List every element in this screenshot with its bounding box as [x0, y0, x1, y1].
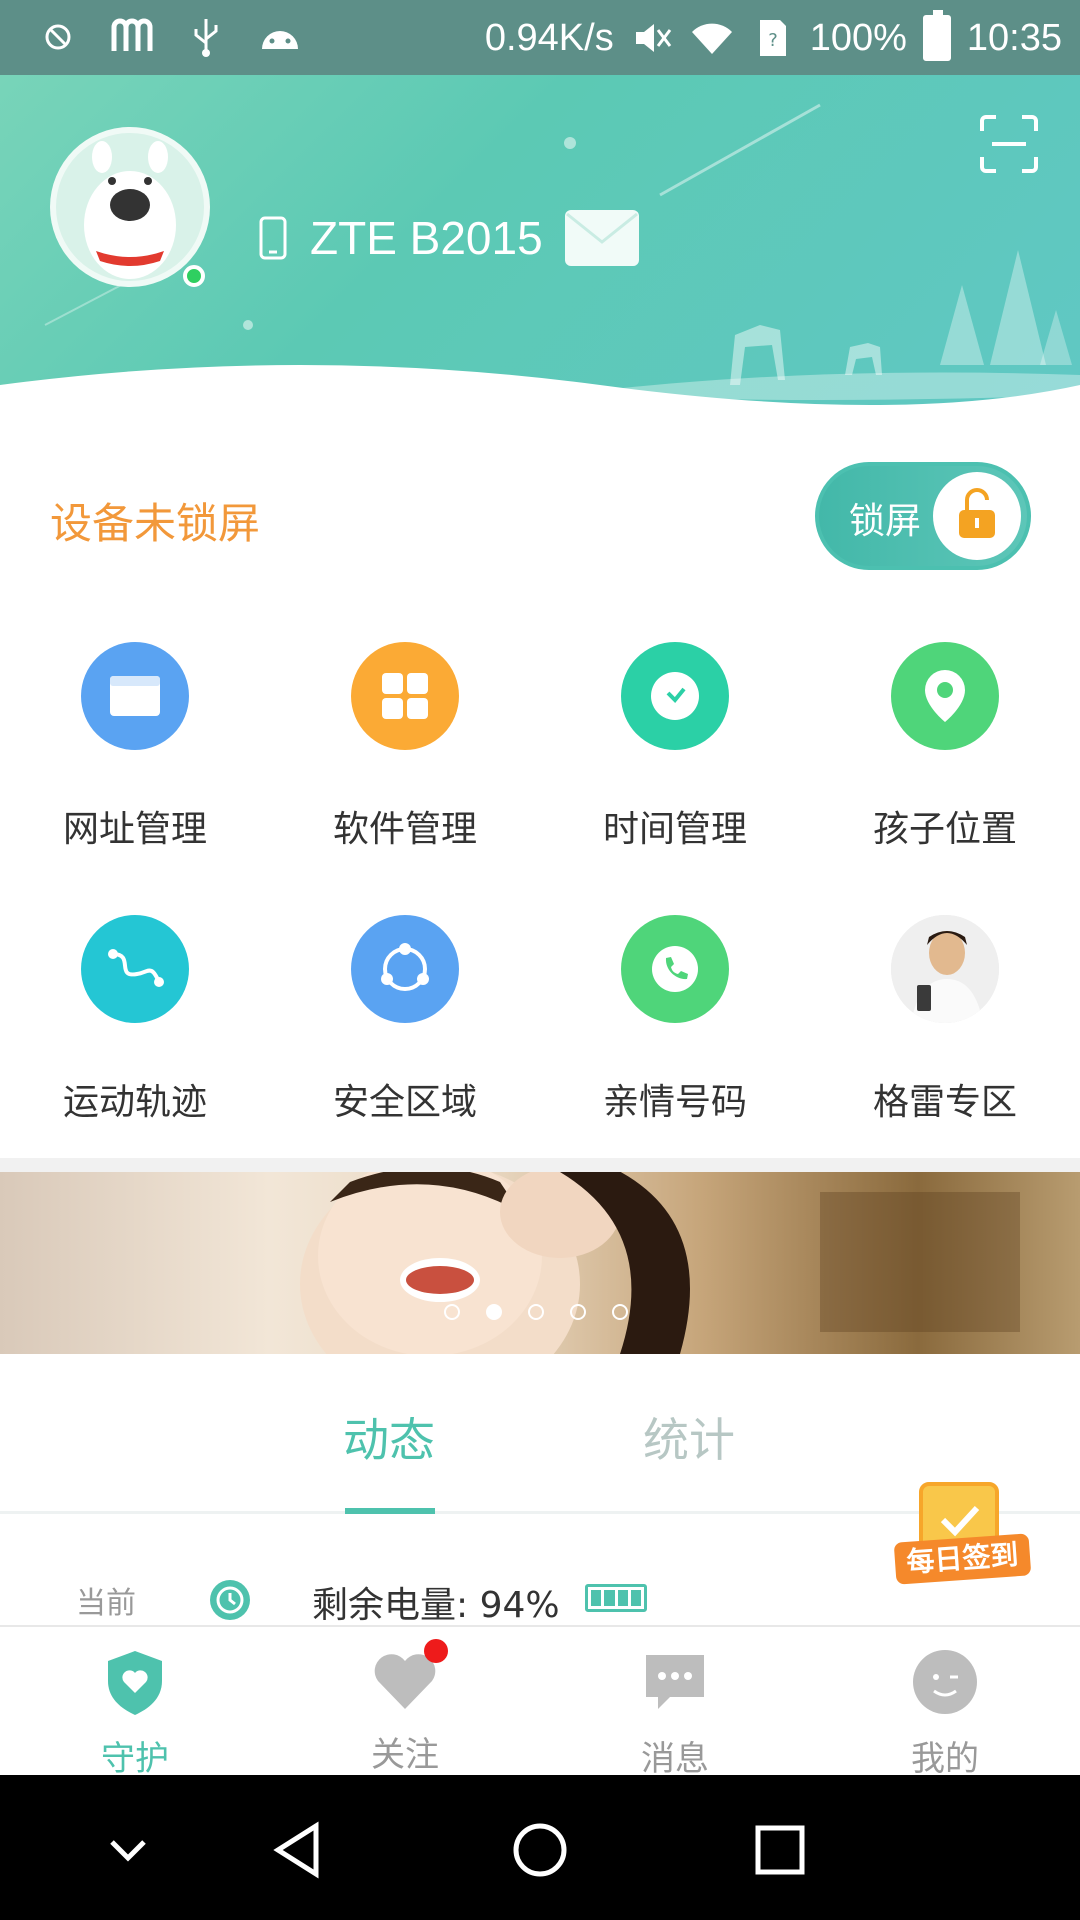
status-bar: 0.94K/s ? 100% 10:35 [0, 0, 1080, 75]
tab-activity[interactable]: 动态 [343, 1404, 435, 1470]
blocked-icon [45, 24, 71, 50]
phone-device-icon [259, 216, 287, 260]
feature-movement-track[interactable]: 运动轨迹 [0, 915, 270, 1125]
feature-label: 格雷专区 [872, 1082, 1017, 1123]
header-wave [0, 365, 1080, 425]
m-app-icon [111, 18, 153, 51]
time-icon [210, 1580, 250, 1620]
nav-label: 守护 [101, 1739, 169, 1779]
apps-icon [351, 642, 459, 750]
feature-time-management[interactable]: 时间管理 [540, 642, 810, 852]
svg-text:?: ? [768, 30, 778, 51]
heart-icon [370, 1639, 448, 1717]
feature-app-management[interactable]: 软件管理 [270, 642, 540, 852]
clock-time: 10:35 [966, 16, 1062, 59]
shield-heart-icon [108, 1651, 162, 1715]
wifi-icon [691, 23, 732, 54]
home-icon[interactable] [500, 1810, 580, 1890]
promo-avatar [891, 915, 999, 1023]
android-icon [262, 31, 298, 49]
recents-icon[interactable] [740, 1810, 820, 1890]
promo-banner[interactable] [0, 1172, 1080, 1354]
feature-family-numbers[interactable]: 亲情号码 [540, 915, 810, 1125]
tab-statistics[interactable]: 统计 [643, 1404, 735, 1470]
mute-icon [635, 24, 671, 52]
route-icon [81, 915, 189, 1023]
location-pin-icon [891, 642, 999, 750]
feature-promo-zone[interactable]: 格雷专区 [810, 915, 1080, 1125]
system-navigation-bar [0, 1775, 1080, 1920]
battery-level-icon [585, 1584, 647, 1612]
pagination-dot[interactable] [528, 1304, 544, 1320]
clock-icon [621, 642, 729, 750]
bottom-navigation: 守护 关注 消息 我的 [0, 1625, 1080, 1779]
profile-face-icon [913, 1650, 977, 1714]
mail-icon[interactable] [564, 210, 639, 266]
feature-label: 时间管理 [602, 809, 747, 850]
notification-badge [424, 1639, 448, 1663]
avatar[interactable] [50, 127, 210, 287]
current-label: 当前 [76, 1586, 136, 1621]
feature-label: 运动轨迹 [62, 1082, 207, 1123]
feature-label: 安全区域 [332, 1082, 477, 1123]
safe-zone-icon [351, 915, 459, 1023]
back-icon[interactable] [260, 1810, 340, 1890]
nav-label: 关注 [371, 1735, 439, 1775]
feature-label: 孩子位置 [872, 809, 1017, 850]
tab-indicator [345, 1508, 435, 1514]
device-name: ZTE B2015 [310, 212, 543, 264]
chat-bubble-icon [646, 1655, 704, 1709]
pagination-dot[interactable] [570, 1304, 586, 1320]
nav-mine[interactable]: 我的 [810, 1647, 1080, 1780]
nav-guard[interactable]: 守护 [0, 1647, 270, 1780]
nav-label: 消息 [641, 1739, 709, 1779]
feature-label: 软件管理 [332, 809, 477, 850]
lock-knob [933, 472, 1021, 560]
nav-messages[interactable]: 消息 [540, 1647, 810, 1780]
online-status-dot [183, 265, 205, 287]
feature-label: 网址管理 [62, 809, 207, 850]
section-divider [0, 1158, 1080, 1172]
remaining-battery-text: 剩余电量: 94% [312, 1585, 560, 1626]
hide-keyboard-icon[interactable] [88, 1810, 168, 1890]
feature-url-management[interactable]: 网址管理 [0, 642, 270, 852]
feature-safe-zone[interactable]: 安全区域 [270, 915, 540, 1125]
no-sim-icon: ? [759, 20, 786, 56]
nav-follow[interactable]: 关注 [270, 1639, 540, 1776]
banner-image [300, 1172, 1020, 1354]
network-speed: 0.94K/s [484, 16, 614, 59]
phone-icon [621, 915, 729, 1023]
feature-label: 亲情号码 [602, 1082, 747, 1123]
usb-icon [194, 19, 218, 57]
pagination-dot-active[interactable] [486, 1304, 502, 1320]
scan-icon[interactable] [978, 113, 1040, 175]
battery-percent: 100% [809, 16, 907, 59]
banner-pagination [444, 1304, 628, 1320]
lock-screen-toggle[interactable]: 锁屏 [815, 462, 1031, 570]
pagination-dot[interactable] [444, 1304, 460, 1320]
profile-header: ZTE B2015 [0, 75, 1080, 425]
device-info[interactable]: ZTE B2015 [258, 210, 639, 266]
unlock-icon [959, 488, 995, 538]
browser-icon [81, 642, 189, 750]
current-status-row: 当前 剩余电量: 94% [0, 1570, 1080, 1626]
lock-toggle-label: 锁屏 [849, 501, 922, 542]
feature-child-location[interactable]: 孩子位置 [810, 642, 1080, 852]
battery-icon [922, 10, 951, 61]
lock-status-text: 设备未锁屏 [50, 499, 261, 548]
pagination-dot[interactable] [612, 1304, 628, 1320]
nav-label: 我的 [911, 1739, 979, 1779]
